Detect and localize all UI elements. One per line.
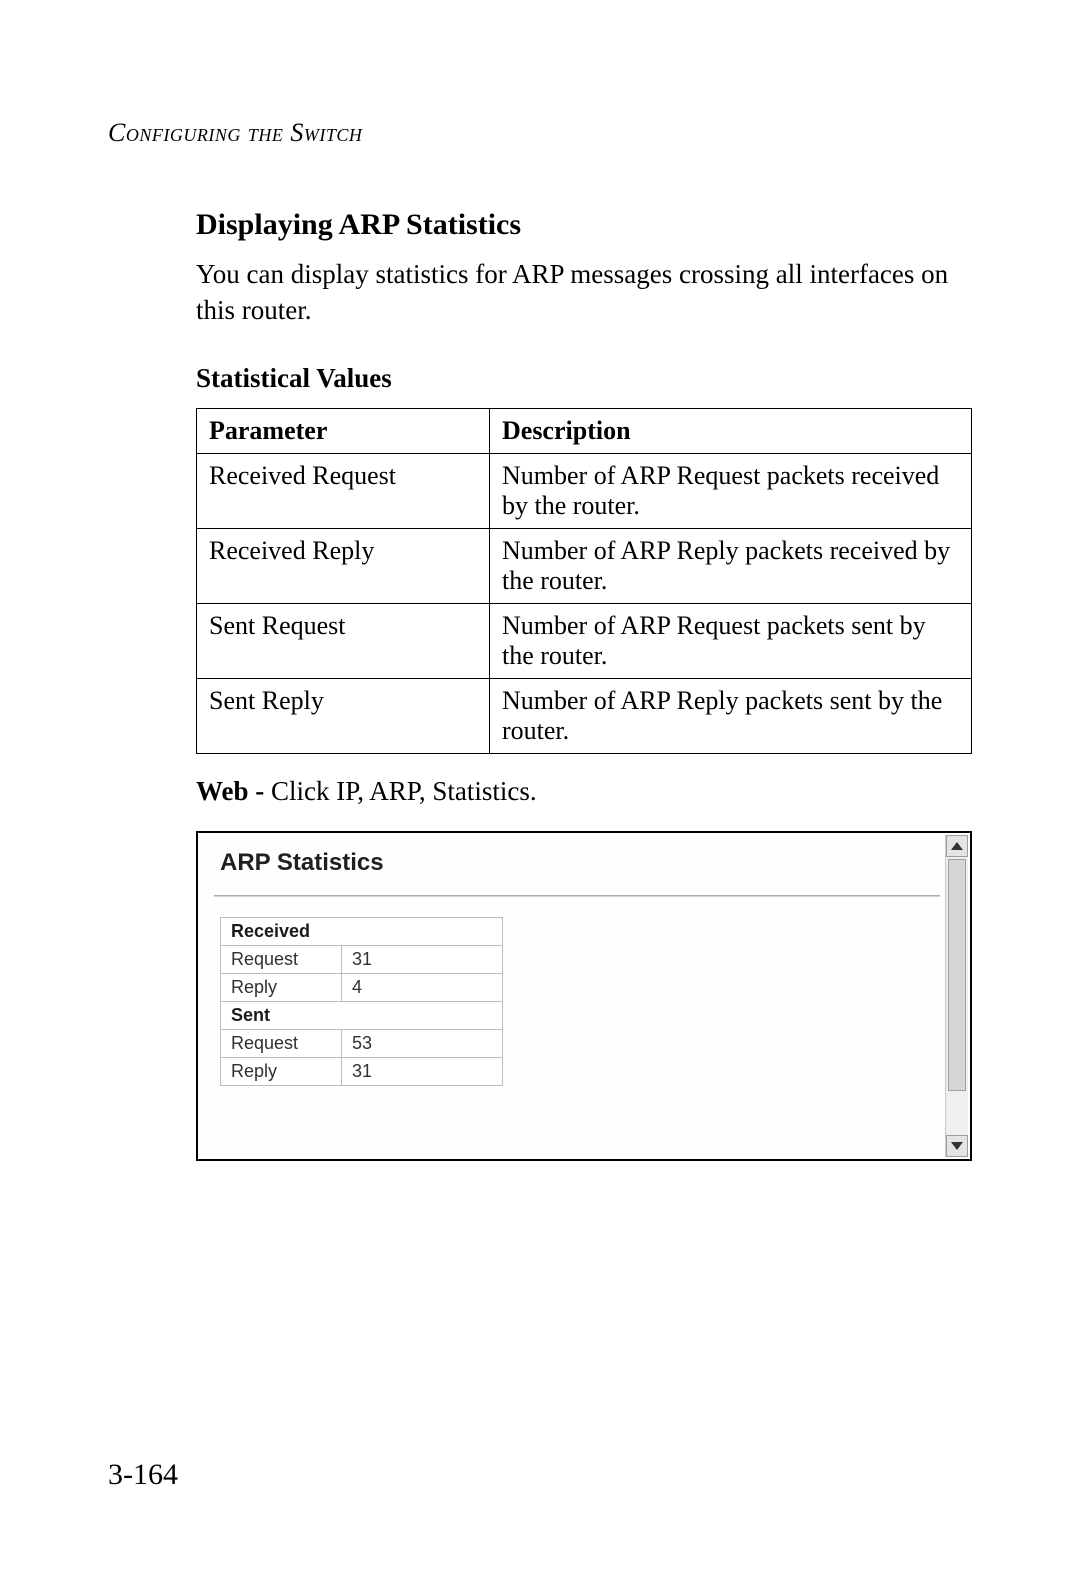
panel-title: ARP Statistics: [220, 849, 940, 877]
stats-row: Reply 31: [221, 1057, 503, 1085]
scrollbar[interactable]: [945, 835, 968, 1157]
table-header-row: Parameter Description: [197, 408, 972, 453]
stats-label: Request: [221, 1029, 342, 1057]
statistical-values-heading: Statistical Values: [196, 363, 972, 394]
chevron-up-icon: [951, 842, 963, 850]
stats-group-row: Received: [221, 917, 503, 945]
stats-label: Reply: [221, 973, 342, 1001]
stats-value: 53: [342, 1029, 503, 1057]
section: Displaying ARP Statistics You can displa…: [108, 208, 972, 1161]
scroll-down-button[interactable]: [946, 1135, 968, 1157]
intro-paragraph: You can display statistics for ARP messa…: [196, 256, 972, 329]
web-nav-rest: Click IP, ARP, Statistics.: [271, 776, 537, 806]
col-header-parameter: Parameter: [197, 408, 490, 453]
stats-label: Reply: [221, 1057, 342, 1085]
table-row: Received Reply Number of ARP Reply packe…: [197, 528, 972, 603]
stats-row: Reply 4: [221, 973, 503, 1001]
stats-value: 31: [342, 945, 503, 973]
arp-statistics-screenshot: ARP Statistics Received Request 31 Reply…: [196, 831, 972, 1161]
stats-row: Request 31: [221, 945, 503, 973]
divider: [214, 895, 940, 897]
cell-desc: Number of ARP Request packets received b…: [490, 453, 972, 528]
table-row: Sent Request Number of ARP Request packe…: [197, 603, 972, 678]
stats-value: 4: [342, 973, 503, 1001]
cell-desc: Number of ARP Reply packets received by …: [490, 528, 972, 603]
web-nav-lead: Web -: [196, 776, 271, 806]
col-header-description: Description: [490, 408, 972, 453]
stats-group-row: Sent: [221, 1001, 503, 1029]
cell-param: Sent Request: [197, 603, 490, 678]
cell-param: Sent Reply: [197, 678, 490, 753]
table-row: Sent Reply Number of ARP Reply packets s…: [197, 678, 972, 753]
running-head: Configuring the Switch: [108, 118, 972, 148]
page: Configuring the Switch Displaying ARP St…: [0, 0, 1080, 1570]
section-title: Displaying ARP Statistics: [196, 208, 972, 242]
screenshot-content: ARP Statistics Received Request 31 Reply…: [214, 843, 940, 1149]
stats-group-name: Received: [221, 917, 503, 945]
stats-label: Request: [221, 945, 342, 973]
cell-desc: Number of ARP Reply packets sent by the …: [490, 678, 972, 753]
chevron-down-icon: [951, 1142, 963, 1150]
cell-param: Received Request: [197, 453, 490, 528]
table-row: Received Request Number of ARP Request p…: [197, 453, 972, 528]
stats-row: Request 53: [221, 1029, 503, 1057]
stats-group-name: Sent: [221, 1001, 503, 1029]
scroll-up-button[interactable]: [946, 835, 968, 857]
cell-desc: Number of ARP Request packets sent by th…: [490, 603, 972, 678]
arp-stats-table: Received Request 31 Reply 4 Sent Request: [220, 917, 503, 1086]
web-nav-line: Web - Click IP, ARP, Statistics.: [196, 776, 972, 807]
page-number: 3-164: [108, 1458, 178, 1492]
cell-param: Received Reply: [197, 528, 490, 603]
parameter-table: Parameter Description Received Request N…: [196, 408, 972, 754]
scrollbar-thumb[interactable]: [948, 859, 966, 1091]
stats-value: 31: [342, 1057, 503, 1085]
